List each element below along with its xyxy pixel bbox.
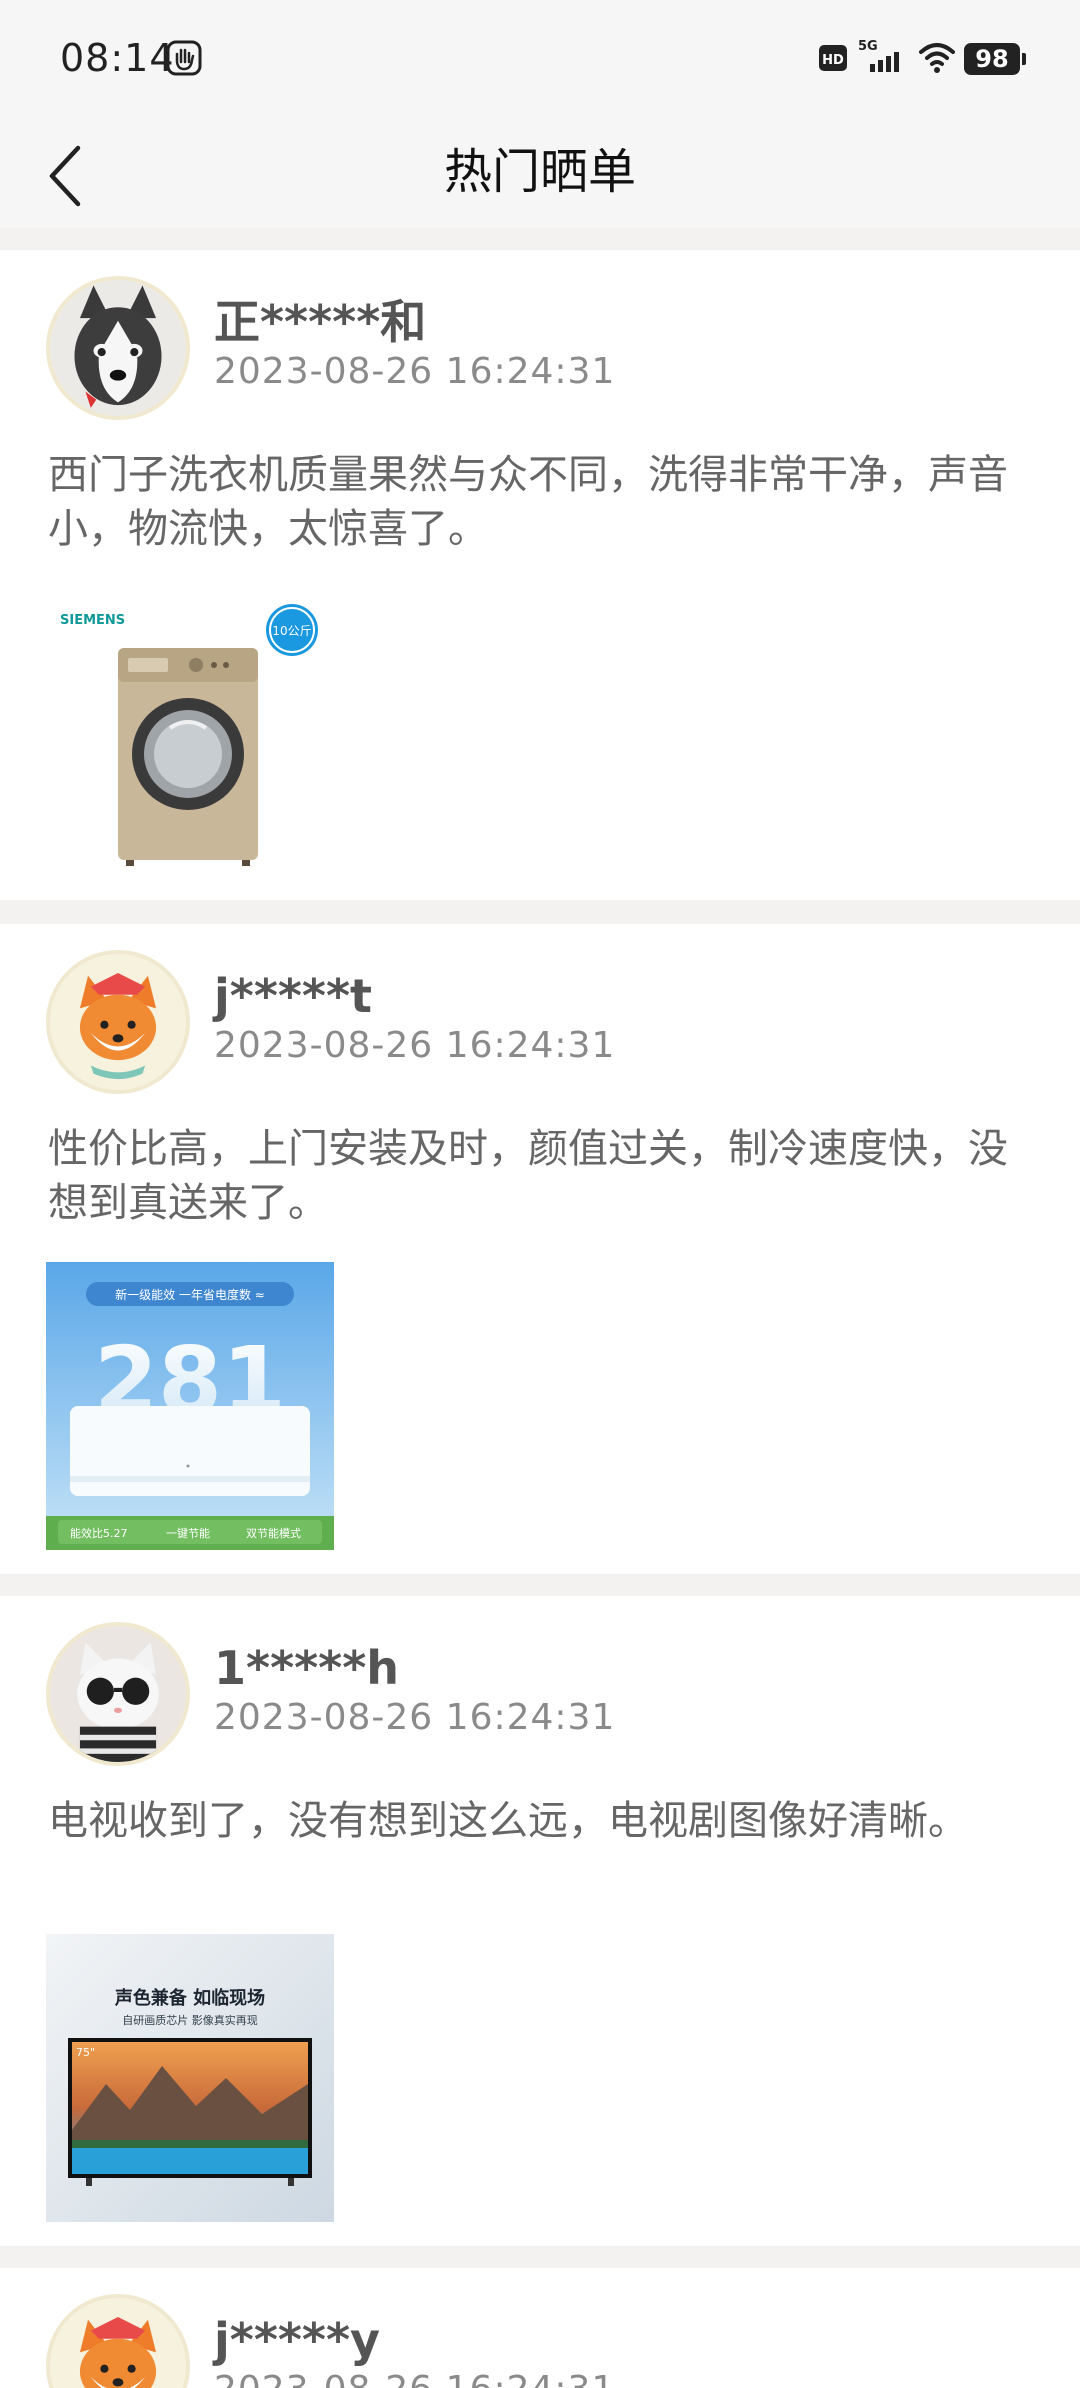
review-time: 2023-08-26 16:24:31 (214, 1697, 616, 1738)
review-comment: 电视收到了，没有想到这么远，电视剧图像好清晰。 (48, 1798, 968, 1844)
feature-label: 一键节能 (166, 1526, 210, 1540)
wifi-icon (919, 43, 955, 73)
brand-label: SIEMENS (60, 613, 125, 628)
review-card[interactable]: j*****y 2023-08-26 16:24:31 (0, 2268, 1080, 2388)
page-title: 热门晒单 (443, 144, 636, 200)
svg-text:HD: HD (822, 53, 844, 68)
review-card[interactable]: 1*****h 2023-08-26 16:24:31 电视收到了，没有想到这么… (0, 1596, 1080, 2246)
review-comment: 西门子洗衣机质量果然与众不同，洗得非常干净，声音小，物流快，太惊喜了。 (48, 452, 1008, 552)
feature-label: 能效比5.27 (70, 1526, 128, 1540)
capacity-badge: 10公斤 (272, 624, 311, 638)
avatar-husky-icon[interactable] (46, 276, 190, 420)
username: j*****t (214, 969, 373, 1023)
banner-text: 新一级能效 一年省电度数 ≈ (115, 1287, 265, 1302)
hd-icon: HD (819, 45, 847, 71)
app-header: 热门晒单 (0, 118, 1080, 228)
avatar-shiba-icon[interactable] (46, 2294, 190, 2388)
review-time: 2023-08-26 16:24:31 (214, 2368, 615, 2388)
review-card[interactable]: 正*****和 2023-08-26 16:24:31 西门子洗衣机质量果然与众… (0, 250, 1080, 900)
username: 1*****h (214, 1641, 400, 1695)
feature-label: 双节能模式 (246, 1526, 301, 1540)
avatar-cat-sunglasses-icon[interactable] (46, 1622, 190, 1766)
5g-signal-icon: 5G (858, 39, 899, 72)
review-comment: 性价比高，上门安装及时，颜值过关，制冷速度快，没想到真送来了。 (48, 1126, 1008, 1226)
review-card[interactable]: j*****t 2023-08-26 16:24:31 性价比高，上门安装及时，… (0, 924, 1080, 1574)
username: j*****y (214, 2313, 381, 2367)
product-image-air-conditioner[interactable]: 新一级能效 一年省电度数 ≈ 281 能效比5.27 一键节能 双节能模式 (46, 1262, 334, 1550)
username: 正*****和 (214, 295, 427, 349)
status-time: 08:14 (60, 36, 175, 80)
tv-subline: 自研画质芯片 影像真实再现 (122, 2013, 258, 2027)
svg-text:5G: 5G (858, 39, 878, 54)
review-time: 2023-08-26 16:24:31 (214, 351, 616, 392)
status-bar: 08:14 HD 5G 98 (0, 0, 1080, 118)
hand-icon (166, 40, 202, 76)
avatar-shiba-icon[interactable] (46, 950, 190, 1094)
review-time: 2023-08-26 16:24:31 (214, 1025, 616, 1066)
product-image-washing-machine[interactable]: SIEMENS 10公斤 (46, 588, 334, 876)
tv-headline: 声色兼备 如临现场 (114, 1987, 265, 2009)
battery-icon: 98 (964, 43, 1026, 75)
product-image-tv[interactable]: 声色兼备 如临现场 自研画质芯片 影像真实再现 75" (46, 1934, 334, 2222)
tv-size-label: 75" (76, 2046, 95, 2059)
